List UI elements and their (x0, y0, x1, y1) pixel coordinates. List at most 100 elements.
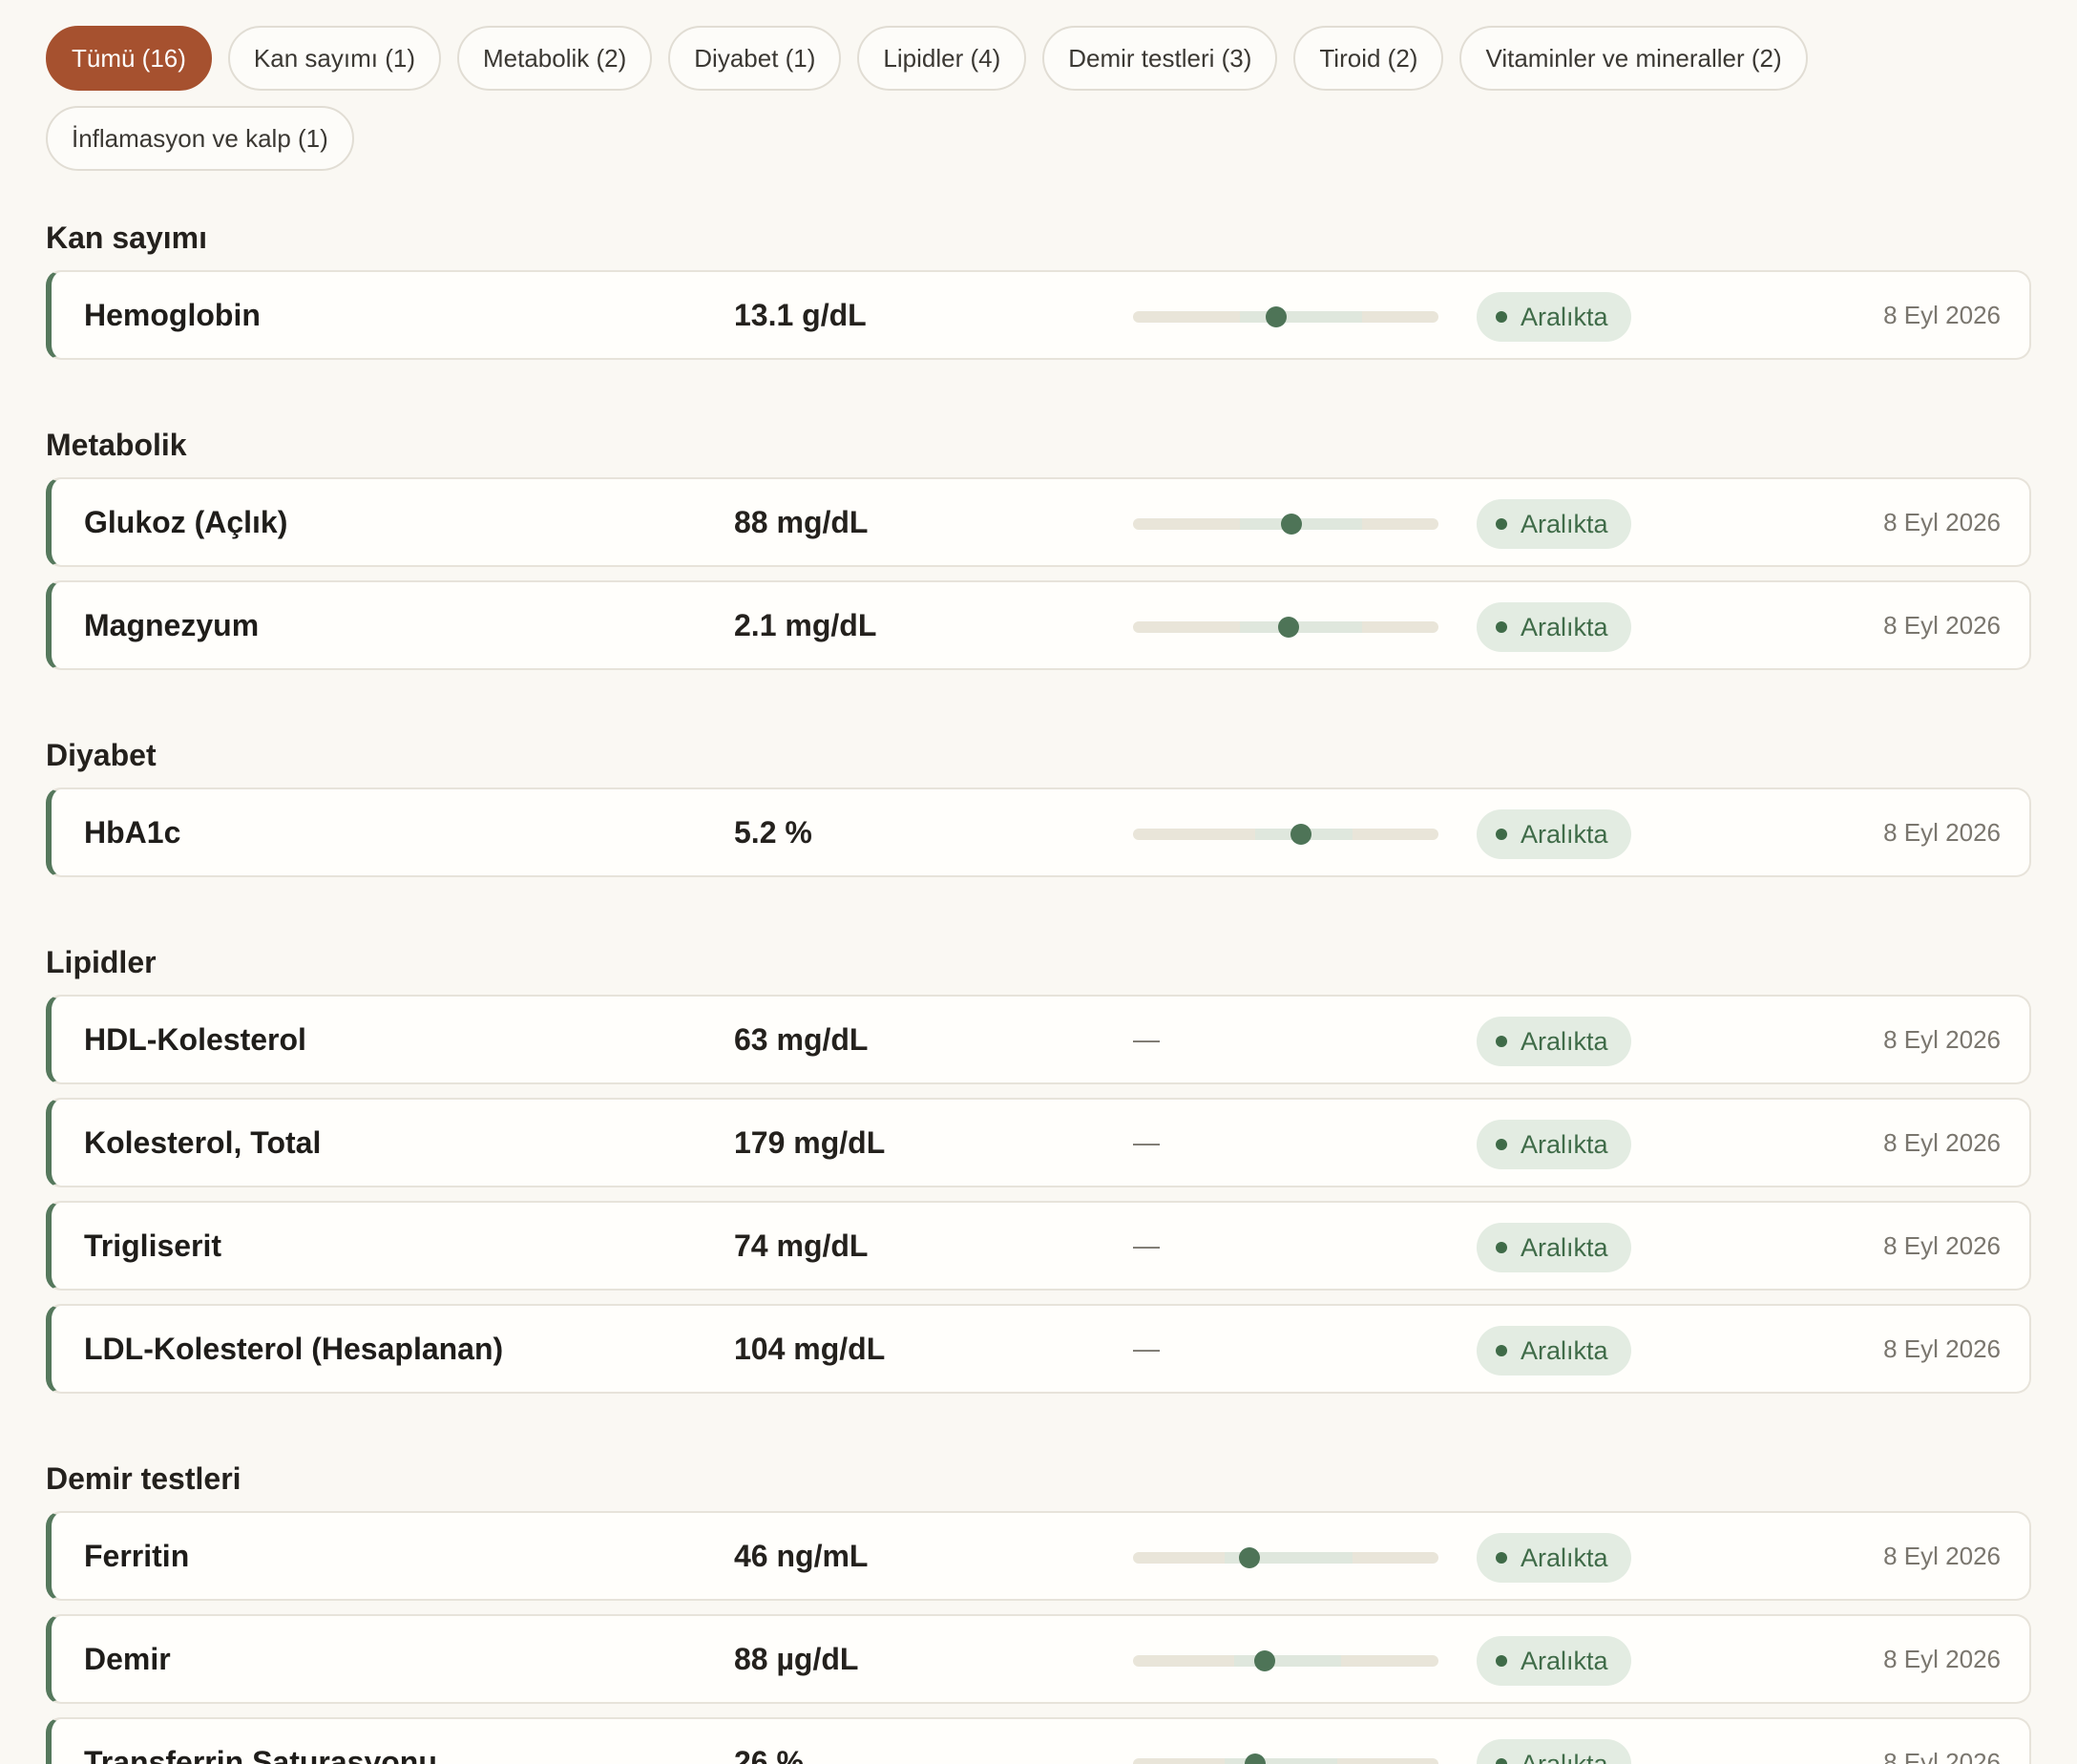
result-row[interactable]: Ferritin 46 ng/mL Aralıkta 8 Eyl 2026 (46, 1511, 2031, 1601)
test-date: 8 Eyl 2026 (1883, 817, 2001, 847)
status-label: Aralıkta (1521, 1646, 1608, 1675)
status-dot-icon (1496, 1758, 1507, 1764)
filter-chip-vitaminler-ve-mineraller[interactable]: Vitaminler ve mineraller (2) (1459, 26, 1808, 91)
test-date: 8 Eyl 2026 (1883, 1127, 2001, 1157)
test-name: HDL-Kolesterol (84, 1021, 306, 1057)
section-diyabet: Diyabet HbA1c 5.2 % Aralıkta 8 Eyl 2026 (46, 736, 2031, 877)
status-dot-icon (1496, 1139, 1507, 1150)
section-title: Diyabet (46, 737, 157, 772)
status-badge: Aralıkta (1477, 602, 1631, 652)
result-row[interactable]: Hemoglobin 13.1 g/dL Aralıkta 8 Eyl 2026 (46, 270, 2031, 360)
status-badge: Aralıkta (1477, 1533, 1631, 1583)
status-label: Aralıkta (1521, 1026, 1608, 1056)
status-badge: Aralıkta (1477, 809, 1631, 859)
test-value: 46 ng/mL (734, 1538, 869, 1573)
section-metabolik: Metabolik Glukoz (Açlık) 88 mg/dL Aralıkta 8… (46, 426, 2031, 670)
range-marker (1290, 824, 1311, 845)
test-name: HbA1c (84, 814, 181, 850)
results-page: Tümü (16) Kan sayımı (1) Metabolik (2) Diya… (0, 0, 2077, 1764)
range-bar (1133, 1547, 1438, 1568)
test-name: Ferritin (84, 1538, 190, 1573)
filter-chip-inflamasyon-ve-kalp[interactable]: İnflamasyon ve kalp (1) (46, 106, 354, 171)
section-title: Demir testleri (46, 1460, 241, 1496)
test-value: 63 mg/dL (734, 1021, 869, 1057)
status-dot-icon (1496, 621, 1507, 633)
status-label: Aralıkta (1521, 509, 1608, 538)
test-date: 8 Eyl 2026 (1883, 610, 2001, 640)
section-rows: Ferritin 46 ng/mL Aralıkta 8 Eyl 2026 Demir 8… (46, 1511, 2031, 1764)
section-lipidler: Lipidler HDL-Kolesterol 63 mg/dL — Aralıkta 8… (46, 943, 2031, 1394)
test-date: 8 Eyl 2026 (1883, 1644, 2001, 1673)
test-name: Demir (84, 1641, 171, 1676)
test-date: 8 Eyl 2026 (1883, 1334, 2001, 1363)
result-row[interactable]: HbA1c 5.2 % Aralıkta 8 Eyl 2026 (46, 788, 2031, 877)
status-badge: Aralıkta (1477, 292, 1631, 342)
range-marker (1238, 1547, 1260, 1568)
status-label: Aralıkta (1521, 1543, 1608, 1572)
status-label: Aralıkta (1521, 1232, 1608, 1262)
result-row[interactable]: Glukoz (Açlık) 88 mg/dL Aralıkta 8 Eyl 2026 (46, 477, 2031, 567)
test-name: Hemoglobin (84, 297, 261, 332)
range-unavailable: — (1133, 1127, 1160, 1157)
result-row[interactable]: HDL-Kolesterol 63 mg/dL — Aralıkta 8 Eyl 202… (46, 995, 2031, 1084)
result-row[interactable]: LDL-Kolesterol (Hesaplanan) 104 mg/dL — Ara… (46, 1304, 2031, 1394)
range-bar (1133, 1650, 1438, 1671)
range-normal-zone (1240, 621, 1362, 633)
status-badge: Aralıkta (1477, 1636, 1631, 1686)
section-rows: HbA1c 5.2 % Aralıkta 8 Eyl 2026 (46, 788, 2031, 877)
range-normal-zone (1225, 1758, 1338, 1764)
range-marker (1245, 1754, 1266, 1764)
test-date: 8 Eyl 2026 (1883, 1024, 2001, 1054)
status-label: Aralıkta (1521, 819, 1608, 849)
range-bar (1133, 1754, 1438, 1764)
status-label: Aralıkta (1521, 1335, 1608, 1365)
status-dot-icon (1496, 518, 1507, 530)
test-date: 8 Eyl 2026 (1883, 300, 2001, 329)
range-marker (1281, 514, 1303, 535)
test-value: 88 mg/dL (734, 504, 869, 539)
status-dot-icon (1496, 829, 1507, 840)
status-dot-icon (1496, 311, 1507, 323)
filter-chip-demir-testleri[interactable]: Demir testleri (3) (1042, 26, 1278, 91)
section-title: Kan sayımı (46, 220, 207, 255)
test-value: 88 µg/dL (734, 1641, 859, 1676)
status-dot-icon (1496, 1242, 1507, 1253)
test-name: Glukoz (Açlık) (84, 504, 288, 539)
test-name: LDL-Kolesterol (Hesaplanan) (84, 1331, 504, 1366)
filter-chip-tiroid[interactable]: Tiroid (2) (1293, 26, 1444, 91)
result-row[interactable]: Trigliserit 74 mg/dL — Aralıkta 8 Eyl 2026 (46, 1201, 2031, 1291)
test-date: 8 Eyl 2026 (1883, 1541, 2001, 1570)
test-value: 74 mg/dL (734, 1228, 869, 1263)
range-bar (1133, 306, 1438, 327)
result-row[interactable]: Kolesterol, Total 179 mg/dL — Aralıkta 8 Eyl… (46, 1098, 2031, 1187)
test-date: 8 Eyl 2026 (1883, 1747, 2001, 1764)
filter-chip-diyabet[interactable]: Diyabet (1) (668, 26, 842, 91)
test-value: 13.1 g/dL (734, 297, 867, 332)
test-name: Trigliserit (84, 1228, 222, 1263)
test-value: 179 mg/dL (734, 1124, 886, 1160)
range-bar (1133, 824, 1438, 845)
section-kan-sayimi: Kan sayımı Hemoglobin 13.1 g/dL Aralıkta 8 E… (46, 219, 2031, 360)
category-filter-bar: Tümü (16) Kan sayımı (1) Metabolik (2) Diya… (46, 26, 1936, 171)
result-row[interactable]: Demir 88 µg/dL Aralıkta 8 Eyl 2026 (46, 1614, 2031, 1704)
result-row[interactable]: Transferrin Saturasyonu 26 % Aralıkta 8 Eyl… (46, 1717, 2031, 1764)
status-label: Aralıkta (1521, 612, 1608, 641)
status-label: Aralıkta (1521, 1749, 1608, 1764)
results-list: Kan sayımı Hemoglobin 13.1 g/dL Aralıkta 8 E… (46, 219, 2031, 1764)
filter-chip-metabolik[interactable]: Metabolik (2) (456, 26, 653, 91)
status-label: Aralıkta (1521, 1129, 1608, 1159)
range-marker (1278, 617, 1300, 638)
range-unavailable: — (1133, 1230, 1160, 1260)
filter-chip-lipidler[interactable]: Lipidler (4) (857, 26, 1027, 91)
status-badge: Aralıkta (1477, 1739, 1631, 1764)
result-row[interactable]: Magnezyum 2.1 mg/dL Aralıkta 8 Eyl 2026 (46, 580, 2031, 670)
status-dot-icon (1496, 1036, 1507, 1047)
filter-chip-kan-sayimi[interactable]: Kan sayımı (1) (227, 26, 441, 91)
test-value: 2.1 mg/dL (734, 607, 877, 642)
test-date: 8 Eyl 2026 (1883, 507, 2001, 536)
section-demir-testleri: Demir testleri Ferritin 46 ng/mL Aralıkta 8 … (46, 1460, 2031, 1764)
status-dot-icon (1496, 1552, 1507, 1564)
filter-chip-tumu[interactable]: Tümü (16) (46, 26, 212, 91)
test-value: 104 mg/dL (734, 1331, 886, 1366)
test-name: Magnezyum (84, 607, 260, 642)
